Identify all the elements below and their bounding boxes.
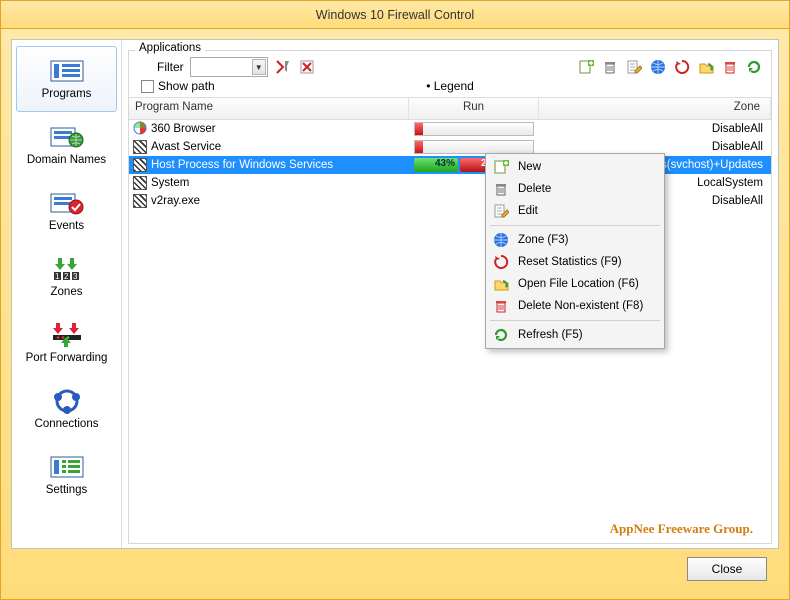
sidebar-item-port-forwarding[interactable]: Port Forwarding — [16, 310, 117, 376]
sidebar-item-zones[interactable]: 123 Zones — [16, 244, 117, 310]
filter-label: Filter — [157, 60, 184, 74]
menu-zone[interactable]: Zone (F3) — [488, 229, 662, 251]
events-icon — [49, 190, 85, 216]
sidebar-item-programs[interactable]: Programs — [16, 46, 117, 112]
sidebar-item-label: Events — [49, 220, 84, 232]
trash-icon[interactable] — [601, 58, 619, 76]
program-icon — [133, 194, 147, 208]
trash-red-icon[interactable] — [721, 58, 739, 76]
zone-value: DisableAll — [539, 141, 771, 153]
program-name: Avast Service — [151, 141, 221, 153]
folder-icon — [492, 275, 510, 293]
close-button[interactable]: Close — [687, 557, 767, 581]
sidebar-item-label: Programs — [42, 88, 92, 100]
sidebar: Programs Domain Names Events 123 — [12, 40, 122, 548]
reset-icon[interactable] — [673, 58, 691, 76]
sidebar-item-domain-names[interactable]: Domain Names — [16, 112, 117, 178]
titlebar: Windows 10 Firewall Control — [1, 1, 789, 29]
domain-names-icon — [49, 124, 85, 150]
chevron-down-icon[interactable]: ▼ — [252, 59, 266, 75]
program-icon — [133, 121, 147, 138]
refresh-icon[interactable] — [745, 58, 763, 76]
programs-table: Program Name Run Zone 360 Browser Disabl… — [129, 97, 771, 543]
settings-icon — [49, 454, 85, 480]
show-path-label: Show path — [158, 79, 215, 93]
table-header: Program Name Run Zone — [129, 98, 771, 120]
table-row[interactable]: System LocalSystem — [129, 174, 771, 192]
window-chrome: Programs Domain Names Events 123 — [1, 29, 789, 599]
col-run[interactable]: Run — [409, 98, 539, 119]
legend-label[interactable]: • Legend — [426, 79, 474, 93]
window-title: Windows 10 Firewall Control — [316, 8, 474, 22]
show-path-checkbox[interactable] — [141, 80, 154, 93]
edit-icon[interactable] — [625, 58, 643, 76]
new-icon[interactable] — [577, 58, 595, 76]
menu-refresh[interactable]: Refresh (F5) — [488, 324, 662, 346]
program-name: v2ray.exe — [151, 195, 200, 207]
content-frame: Programs Domain Names Events 123 — [11, 39, 779, 549]
refresh-icon — [492, 326, 510, 344]
menu-new[interactable]: New — [488, 156, 662, 178]
run-meter — [414, 140, 534, 154]
main-panel: Applications Filter ▼ — [122, 40, 778, 548]
col-program-name[interactable]: Program Name — [129, 98, 409, 119]
table-row[interactable]: Avast Service DisableAll — [129, 138, 771, 156]
port-forwarding-icon — [49, 322, 85, 348]
menu-delete-nonexistent[interactable]: Delete Non-existent (F8) — [488, 295, 662, 317]
sidebar-item-settings[interactable]: Settings — [16, 442, 117, 508]
menu-reset-stats[interactable]: Reset Statistics (F9) — [488, 251, 662, 273]
program-name: System — [151, 177, 189, 189]
sidebar-item-label: Settings — [46, 484, 88, 496]
sidebar-item-label: Zones — [51, 286, 83, 298]
trash-red-icon — [492, 297, 510, 315]
sidebar-item-label: Domain Names — [27, 154, 106, 166]
globe-icon — [492, 231, 510, 249]
sidebar-item-label: Connections — [35, 418, 99, 430]
trash-icon — [492, 180, 510, 198]
menu-delete[interactable]: Delete — [488, 178, 662, 200]
program-icon — [133, 158, 147, 172]
sidebar-item-label: Port Forwarding — [26, 352, 108, 364]
reset-icon — [492, 253, 510, 271]
toolbar-right — [577, 58, 763, 76]
zones-icon: 123 — [49, 256, 85, 282]
watermark: AppNee Freeware Group. — [610, 521, 753, 537]
svg-text:3: 3 — [73, 272, 78, 281]
app-window: Windows 10 Firewall Control Programs Dom… — [0, 0, 790, 600]
menu-open-location[interactable]: Open File Location (F6) — [488, 273, 662, 295]
new-icon — [492, 158, 510, 176]
globe-icon[interactable] — [649, 58, 667, 76]
table-row[interactable]: 360 Browser DisableAll — [129, 120, 771, 138]
run-meter — [414, 122, 534, 136]
edit-icon — [492, 202, 510, 220]
connections-icon — [49, 388, 85, 414]
table-row-selected[interactable]: Host Process for Windows Services 43%24%… — [129, 156, 771, 174]
programs-icon — [49, 58, 85, 84]
program-name: 360 Browser — [151, 123, 216, 135]
remove-filter-icon[interactable] — [298, 58, 316, 76]
dialog-footer: Close — [11, 549, 779, 589]
zone-value: DisableAll — [539, 123, 771, 135]
clear-filter-icon[interactable] — [274, 58, 292, 76]
filter-toolbar: Filter ▼ — [129, 51, 771, 79]
table-row[interactable]: v2ray.exe DisableAll — [129, 192, 771, 210]
menu-separator — [490, 225, 660, 226]
col-zone[interactable]: Zone — [539, 98, 771, 119]
showpath-row: Show path • Legend — [129, 79, 771, 97]
program-name: Host Process for Windows Services — [151, 159, 333, 171]
folder-icon[interactable] — [697, 58, 715, 76]
svg-text:2: 2 — [64, 272, 69, 281]
menu-edit[interactable]: Edit — [488, 200, 662, 222]
menu-separator — [490, 320, 660, 321]
svg-text:1: 1 — [55, 272, 60, 281]
program-icon — [133, 140, 147, 154]
program-icon — [133, 176, 147, 190]
applications-group: Applications Filter ▼ — [128, 50, 772, 544]
sidebar-item-connections[interactable]: Connections — [16, 376, 117, 442]
sidebar-item-events[interactable]: Events — [16, 178, 117, 244]
context-menu: New Delete Edit Zone (F3) Reset Statisti… — [485, 153, 665, 349]
